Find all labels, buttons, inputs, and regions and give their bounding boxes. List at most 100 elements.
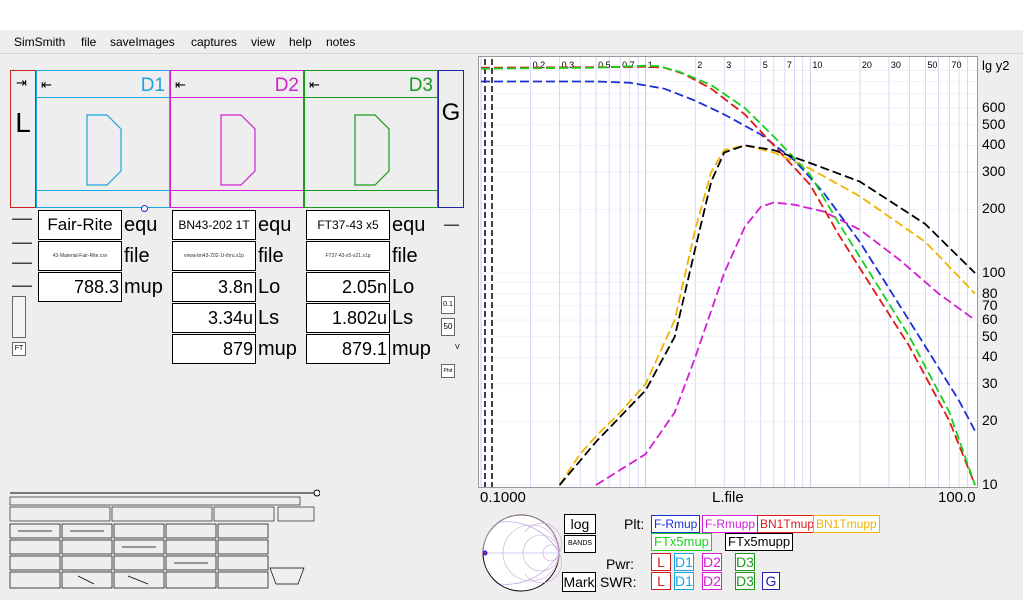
- d1-name-field[interactable]: Fair-Rite: [38, 210, 122, 240]
- d2-ls-field[interactable]: 3.34u: [172, 303, 256, 333]
- menu-notes[interactable]: notes: [326, 35, 355, 49]
- right-tick-label: 10: [982, 476, 998, 492]
- d2-lo-label: Lo: [258, 276, 281, 298]
- legend-f-rmup[interactable]: F-Rmup: [651, 515, 701, 533]
- series-line-ftx5mup: [480, 64, 976, 486]
- series-line-bn1tmup: [480, 65, 976, 486]
- d2-symbol-icon: [220, 114, 256, 186]
- left-tiny-control-4[interactable]: ▬▬▬▬: [12, 283, 32, 289]
- gen-impedance-field[interactable]: 50: [441, 318, 455, 336]
- swr-l-toggle[interactable]: L: [651, 572, 671, 590]
- d1-equ-label: equ: [124, 214, 158, 236]
- right-tick-label: 300: [982, 162, 1006, 179]
- d3-ls-label: Ls: [392, 307, 414, 329]
- left-slider[interactable]: [12, 296, 26, 338]
- smith-chart-thumbnail[interactable]: [480, 512, 562, 594]
- d2-lo-field[interactable]: 3.8n: [172, 272, 256, 302]
- d3-mup-field[interactable]: 879.1: [306, 334, 390, 364]
- title-bar: [0, 0, 1023, 30]
- component-palette[interactable]: [8, 488, 320, 592]
- right-tick-label: 50: [982, 327, 998, 344]
- swr-g-toggle[interactable]: G: [762, 572, 780, 590]
- d3-file-label: file: [392, 245, 418, 267]
- pwr-l-toggle[interactable]: L: [651, 553, 671, 571]
- gen-tiny-control-1[interactable]: ▬▬▬: [444, 222, 459, 228]
- pwr-d3-toggle[interactable]: D3: [735, 553, 755, 571]
- top-tick-label: 3: [726, 60, 731, 70]
- menu-bar: SimSmith file saveImages captures view h…: [0, 30, 1023, 54]
- d2-mup-label: mup: [258, 338, 297, 360]
- legend-bn1tmupp[interactable]: BN1Tmupp: [813, 515, 880, 533]
- d2-name-field[interactable]: BN43-202 1T: [172, 210, 256, 240]
- d1-divider: [37, 97, 169, 98]
- legend-ftx5mup[interactable]: FTx5mup: [651, 533, 712, 551]
- top-tick-label: 0.5: [598, 60, 611, 70]
- menu-help[interactable]: help: [289, 35, 312, 49]
- d2-mup-field[interactable]: 879: [172, 334, 256, 364]
- menu-simsmith[interactable]: SimSmith: [14, 35, 65, 49]
- d3-divider-bottom: [305, 190, 437, 191]
- top-tick-label: 0.7: [622, 60, 635, 70]
- component-d2[interactable]: ⇤ D2: [170, 70, 304, 208]
- log-button[interactable]: log: [564, 514, 596, 534]
- menu-file[interactable]: file: [81, 35, 96, 49]
- d3-file-field[interactable]: FT37-43-x5-s21.s1p: [306, 241, 390, 271]
- x-axis-title: L.file: [712, 489, 744, 506]
- load-box[interactable]: ⇥ L: [10, 70, 36, 208]
- d2-equ-label: equ: [258, 214, 292, 236]
- d1-divider-bottom: [37, 190, 169, 191]
- d3-symbol-icon: [354, 114, 390, 186]
- bands-button[interactable]: BANDS: [564, 535, 596, 553]
- left-tiny-control-2[interactable]: ▬▬▬▬: [12, 240, 32, 246]
- pwr-d1-toggle[interactable]: D1: [674, 553, 694, 571]
- d3-name-field[interactable]: FT37-43 x5: [306, 210, 390, 240]
- left-ft-button[interactable]: FT: [12, 342, 26, 356]
- d1-file-field[interactable]: 43-Material-Fair-Rite.csv: [38, 241, 122, 271]
- menu-saveimages[interactable]: saveImages: [110, 35, 175, 49]
- generator-box[interactable]: G: [438, 70, 464, 208]
- d2-file-field[interactable]: vnwa-bn43-202-1t-thru.s1p: [172, 241, 256, 271]
- gen-freq-field[interactable]: 0.1: [441, 296, 455, 314]
- mark-button[interactable]: Mark: [562, 572, 596, 592]
- d3-divider: [305, 97, 437, 98]
- series-line-bn1tmupp: [558, 144, 976, 486]
- top-tick-label: 7: [787, 60, 792, 70]
- d2-divider-bottom: [171, 190, 303, 191]
- d1-label: D1: [140, 75, 165, 96]
- d2-divider: [171, 97, 303, 98]
- load-label: L: [15, 107, 31, 138]
- top-tick-label: 70: [951, 60, 961, 70]
- plt-label: Plt:: [624, 516, 645, 532]
- d3-equ-label: equ: [392, 214, 426, 236]
- top-tick-label: 5: [763, 60, 768, 70]
- series-line-ftx5mupp: [558, 144, 976, 486]
- chart-area[interactable]: 0.2 0.3 0.5 0.7 1 2 3 5 7 10 20 30 50 70: [478, 56, 978, 488]
- menu-captures[interactable]: captures: [191, 35, 237, 49]
- swr-d1-toggle[interactable]: D1: [674, 572, 694, 590]
- swr-d2-toggle[interactable]: D2: [702, 572, 722, 590]
- right-tick-label: 100: [982, 264, 1006, 280]
- d1-mup-field[interactable]: 788.3: [38, 272, 122, 302]
- gen-phase-button[interactable]: Phd: [441, 364, 455, 378]
- top-tick-label: 20: [862, 60, 872, 70]
- d3-ls-field[interactable]: 1.802u: [306, 303, 390, 333]
- chart-plot[interactable]: 0.2 0.3 0.5 0.7 1 2 3 5 7 10 20 30 50 70: [479, 57, 979, 489]
- d1-arrow-icon: ⇤: [41, 77, 52, 92]
- left-tiny-control-3[interactable]: ▬▬▬▬: [12, 260, 32, 266]
- component-d1[interactable]: ⇤ D1: [36, 70, 170, 208]
- d1-symbol-icon: [86, 114, 122, 186]
- legend-f-rmupp[interactable]: F-Rmupp: [702, 515, 759, 533]
- d1-file-label: file: [124, 245, 150, 267]
- legend-ftx5mupp[interactable]: FTx5mupp: [725, 533, 794, 551]
- d3-lo-field[interactable]: 2.05n: [306, 272, 390, 302]
- d2-file-label: file: [258, 245, 284, 267]
- legend-bn1tmup[interactable]: BN1Tmup: [757, 515, 818, 533]
- left-tiny-control-1[interactable]: ▬▬▬▬: [12, 216, 32, 222]
- swr-d3-toggle[interactable]: D3: [735, 572, 755, 590]
- pwr-label: Pwr:: [606, 556, 634, 572]
- top-tick-label: 2: [697, 60, 702, 70]
- gen-voltage-label: V: [455, 344, 460, 351]
- menu-view[interactable]: view: [251, 35, 275, 49]
- pwr-d2-toggle[interactable]: D2: [702, 553, 722, 571]
- component-d3[interactable]: ⇤ D3: [304, 70, 438, 208]
